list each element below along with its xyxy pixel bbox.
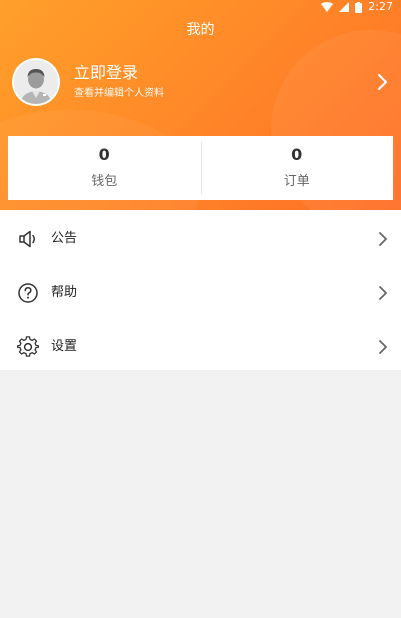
chevron-right-icon xyxy=(379,286,387,300)
menu-list: 公告 帮助 设置 xyxy=(0,210,401,370)
wifi-icon xyxy=(321,2,334,12)
signal-icon xyxy=(339,2,350,12)
menu-item-help[interactable]: 帮助 xyxy=(0,266,401,320)
chevron-right-icon[interactable] xyxy=(376,73,390,91)
question-circle-icon xyxy=(18,283,38,303)
battery-icon xyxy=(355,1,363,13)
menu-item-settings[interactable]: 设置 xyxy=(0,320,401,374)
status-bar: 2:27 xyxy=(0,0,401,14)
login-entry[interactable]: 立即登录 查看并编辑个人资料 xyxy=(12,57,392,107)
menu-label: 设置 xyxy=(51,339,78,354)
orders-count: 0 xyxy=(291,145,303,164)
menu-item-announcement[interactable]: 公告 xyxy=(0,212,401,266)
gear-icon xyxy=(17,336,39,357)
default-avatar-icon xyxy=(14,60,58,104)
menu-label: 帮助 xyxy=(51,285,78,300)
wallet-count: 0 xyxy=(98,145,110,164)
login-title[interactable]: 立即登录 xyxy=(74,63,392,83)
wallet-label: 钱包 xyxy=(91,174,118,189)
page-title: 我的 xyxy=(186,22,215,38)
stat-wallet[interactable]: 0 钱包 xyxy=(8,136,201,200)
chevron-right-icon xyxy=(379,232,387,246)
chevron-right-icon xyxy=(379,340,387,354)
orders-label: 订单 xyxy=(283,174,310,189)
speaker-icon xyxy=(19,230,35,248)
login-subtitle: 查看并编辑个人资料 xyxy=(74,88,164,99)
avatar[interactable] xyxy=(12,58,60,106)
stats-card: 0 钱包 0 订单 xyxy=(8,136,393,200)
menu-label: 公告 xyxy=(51,231,78,246)
profile-page: 2:27 我的 立即登录 查看并编辑个人资料 0 钱包 0 订单 公告 帮助 设… xyxy=(0,0,401,618)
stat-orders[interactable]: 0 订单 xyxy=(200,136,394,200)
status-time: 2:27 xyxy=(368,0,393,13)
